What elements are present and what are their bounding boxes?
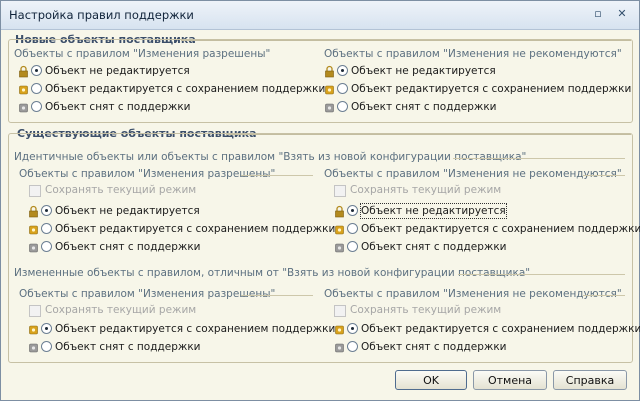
option-label: Объект редактируется с сохранением подде… (45, 83, 326, 95)
radio-button[interactable] (347, 341, 358, 352)
support-gear-icon (28, 223, 40, 236)
changed-not-recommended-group-title: Объекты с правилом "Изменения не рекомен… (324, 288, 624, 300)
close-icon[interactable]: ✕ (615, 7, 629, 21)
support-gear-icon (324, 83, 336, 96)
checkbox-label: Сохранять текущий режим (45, 184, 197, 196)
support-gear-icon (28, 323, 40, 336)
identical-allowed-group-title: Объекты с правилом "Изменения разрешены" (19, 168, 278, 180)
option-label: Объект снят с поддержки (45, 101, 191, 113)
option-label: Объект не редактируется (351, 65, 496, 77)
lock-icon (18, 65, 30, 78)
support-rules-dialog: Настройка правил поддержки ▫ ✕ Новые объ… (0, 0, 640, 401)
unsupported-gear-icon (334, 341, 346, 354)
option-label: Объект снят с поддержки (361, 341, 507, 353)
changed-subgroup-title: Измененные объекты с правилом, отличным … (14, 267, 533, 279)
unsupported-gear-icon (324, 101, 336, 114)
restore-icon[interactable]: ▫ (591, 7, 605, 21)
radio-button[interactable] (347, 241, 358, 252)
lock-icon (28, 205, 40, 218)
checkbox-box[interactable] (29, 305, 41, 317)
divider (453, 158, 625, 159)
checkbox-label: Сохранять текущий режим (45, 304, 197, 316)
option-label: Объект редактируется с сохранением подде… (361, 223, 640, 235)
window-title: Настройка правил поддержки (9, 8, 194, 22)
radio-button[interactable] (337, 101, 348, 112)
option-label: Объект снят с поддержки (55, 341, 201, 353)
radio-button[interactable] (41, 223, 52, 234)
checkbox-box[interactable] (29, 185, 41, 197)
divider (583, 295, 625, 296)
unsupported-gear-icon (28, 341, 40, 354)
option-label: Объект редактируется с сохранением подде… (351, 83, 632, 95)
radio-button[interactable] (347, 323, 358, 334)
identical-not-recommended-group-title: Объекты с правилом "Изменения не рекомен… (324, 168, 624, 180)
option-label: Объект не редактируется (55, 205, 200, 217)
radio-button[interactable] (41, 323, 52, 334)
cancel-button[interactable]: Отмена (473, 370, 547, 390)
ok-button[interactable]: OK (395, 370, 467, 390)
option-label: Объект снят с поддержки (361, 241, 507, 253)
option-label: Объект редактируется с сохранением подде… (55, 323, 336, 335)
radio-button[interactable] (41, 241, 52, 252)
option-label: Объект не редактируется (45, 65, 190, 77)
radio-button[interactable] (41, 341, 52, 352)
radio-button[interactable] (31, 83, 42, 94)
new-allowed-group-title: Объекты с правилом "Изменения разрешены" (14, 48, 273, 60)
option-label: Объект редактируется с сохранением подде… (361, 323, 640, 335)
identical-subgroup-title: Идентичные объекты или объекты с правило… (14, 151, 529, 163)
checkbox-box[interactable] (334, 185, 346, 197)
unsupported-gear-icon (28, 241, 40, 254)
divider (241, 295, 313, 296)
support-gear-icon (334, 223, 346, 236)
support-gear-icon (334, 323, 346, 336)
checkbox-label: Сохранять текущий режим (350, 184, 502, 196)
option-label: Объект снят с поддержки (55, 241, 201, 253)
option-label: Объект редактируется с сохранением подде… (55, 223, 336, 235)
checkbox-label: Сохранять текущий режим (350, 304, 502, 316)
help-button[interactable]: Справка (553, 370, 627, 390)
support-gear-icon (18, 83, 30, 96)
radio-button[interactable] (31, 65, 42, 76)
option-label: Объект не редактируется (360, 203, 507, 219)
divider (241, 175, 313, 176)
title-bar: Настройка правил поддержки ▫ ✕ (1, 1, 639, 30)
unsupported-gear-icon (18, 101, 30, 114)
checkbox-box[interactable] (334, 305, 346, 317)
divider (458, 274, 625, 275)
radio-button[interactable] (41, 205, 52, 216)
radio-button[interactable] (347, 223, 358, 234)
option-label: Объект снят с поддержки (351, 101, 497, 113)
changed-allowed-group-title: Объекты с правилом "Изменения разрешены" (19, 288, 278, 300)
new-not-recommended-group-title: Объекты с правилом "Изменения не рекомен… (324, 48, 624, 60)
radio-button[interactable] (337, 65, 348, 76)
unsupported-gear-icon (334, 241, 346, 254)
radio-button[interactable] (347, 205, 358, 216)
lock-icon (334, 205, 346, 218)
lock-icon (324, 65, 336, 78)
divider (583, 175, 625, 176)
radio-button[interactable] (31, 101, 42, 112)
radio-button[interactable] (337, 83, 348, 94)
